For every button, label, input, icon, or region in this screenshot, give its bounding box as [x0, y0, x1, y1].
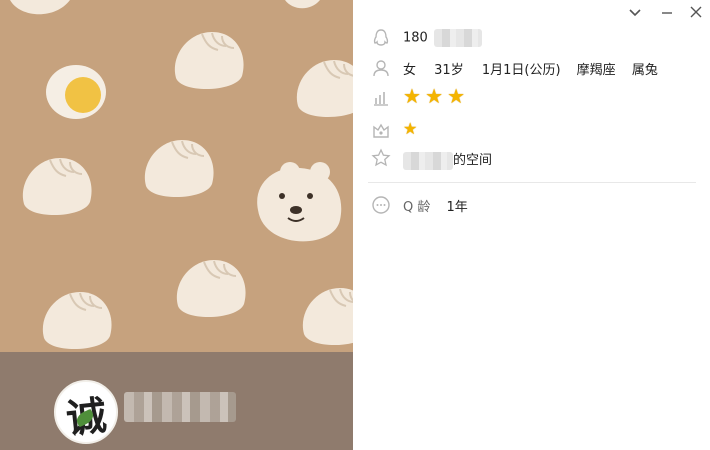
personal-info: 女 31岁 1月1日(公历) 摩羯座 属兔: [403, 59, 658, 78]
vip-row[interactable]: ★: [353, 118, 710, 142]
chinese-zodiac: 属兔: [631, 63, 658, 78]
avatar[interactable]: 诚: [54, 380, 118, 444]
info-panel: 180 女 31岁 1月1日(公历) 摩羯座 属兔 ★ ★ ★ ★ 的空间 Q …: [353, 0, 710, 450]
person-icon: [373, 60, 389, 77]
close-icon: [690, 6, 702, 18]
bun-shape: [143, 139, 215, 199]
qzone-star-icon: [371, 148, 391, 167]
age: 31岁: [434, 63, 464, 78]
collapse-button[interactable]: [626, 2, 644, 22]
bun-shape: [295, 59, 353, 119]
q-age-label: Q 龄: [403, 200, 431, 215]
vip-stars: ★: [403, 120, 417, 138]
q-age: Q 龄 1年: [403, 196, 468, 215]
personal-info-row: 女 31岁 1月1日(公历) 摩羯座 属兔: [353, 56, 710, 80]
qq-penguin-icon: [373, 29, 389, 46]
minimize-icon: [662, 12, 672, 14]
star-icon: ★: [425, 84, 444, 108]
star-icon: ★: [447, 84, 466, 108]
qq-number-redacted: [433, 29, 482, 47]
qzone-row[interactable]: 的空间: [353, 146, 710, 170]
more-circle-icon: [372, 196, 390, 214]
close-button[interactable]: [687, 2, 705, 22]
profile-card-window: 诚 180: [0, 0, 710, 450]
level-chart-icon: [374, 92, 388, 106]
bun-shape: [301, 287, 353, 347]
qq-number-row: 180: [353, 26, 710, 50]
bun-shape: [173, 31, 245, 91]
birthday: 1月1日(公历): [481, 63, 561, 78]
nickname-redacted: [124, 392, 236, 422]
crown-house-icon: [373, 123, 389, 138]
space-suffix: 的空间: [453, 153, 493, 168]
bun-shape: [175, 259, 247, 319]
chevron-down-icon: [629, 9, 641, 17]
level-row[interactable]: ★ ★ ★: [353, 86, 710, 110]
level-stars: ★ ★ ★: [403, 86, 465, 107]
cover-pattern: [0, 0, 353, 352]
section-divider: [368, 182, 696, 183]
owner-name-redacted: [403, 151, 453, 170]
star-icon: ★: [403, 119, 418, 138]
bun-shape: [41, 291, 113, 351]
dumpling-pattern-illustration: [10, 0, 353, 351]
qq-number: 180: [403, 29, 482, 47]
bun-shape: [285, 0, 320, 9]
minimize-button[interactable]: [658, 2, 676, 22]
gender: 女: [403, 63, 417, 78]
qq-number-prefix: 180: [403, 30, 428, 46]
zodiac: 摩羯座: [576, 63, 616, 78]
bun-shape: [21, 157, 93, 217]
bun-shape: [10, 0, 70, 15]
q-age-value: 1年: [446, 200, 468, 215]
cover-panel: 诚: [0, 0, 353, 450]
qzone-link[interactable]: 的空间: [403, 149, 492, 170]
star-icon: ★: [403, 84, 421, 108]
q-age-row: Q 龄 1年: [353, 193, 710, 217]
bear-illustration: [257, 162, 342, 242]
egg-illustration: [46, 65, 106, 119]
